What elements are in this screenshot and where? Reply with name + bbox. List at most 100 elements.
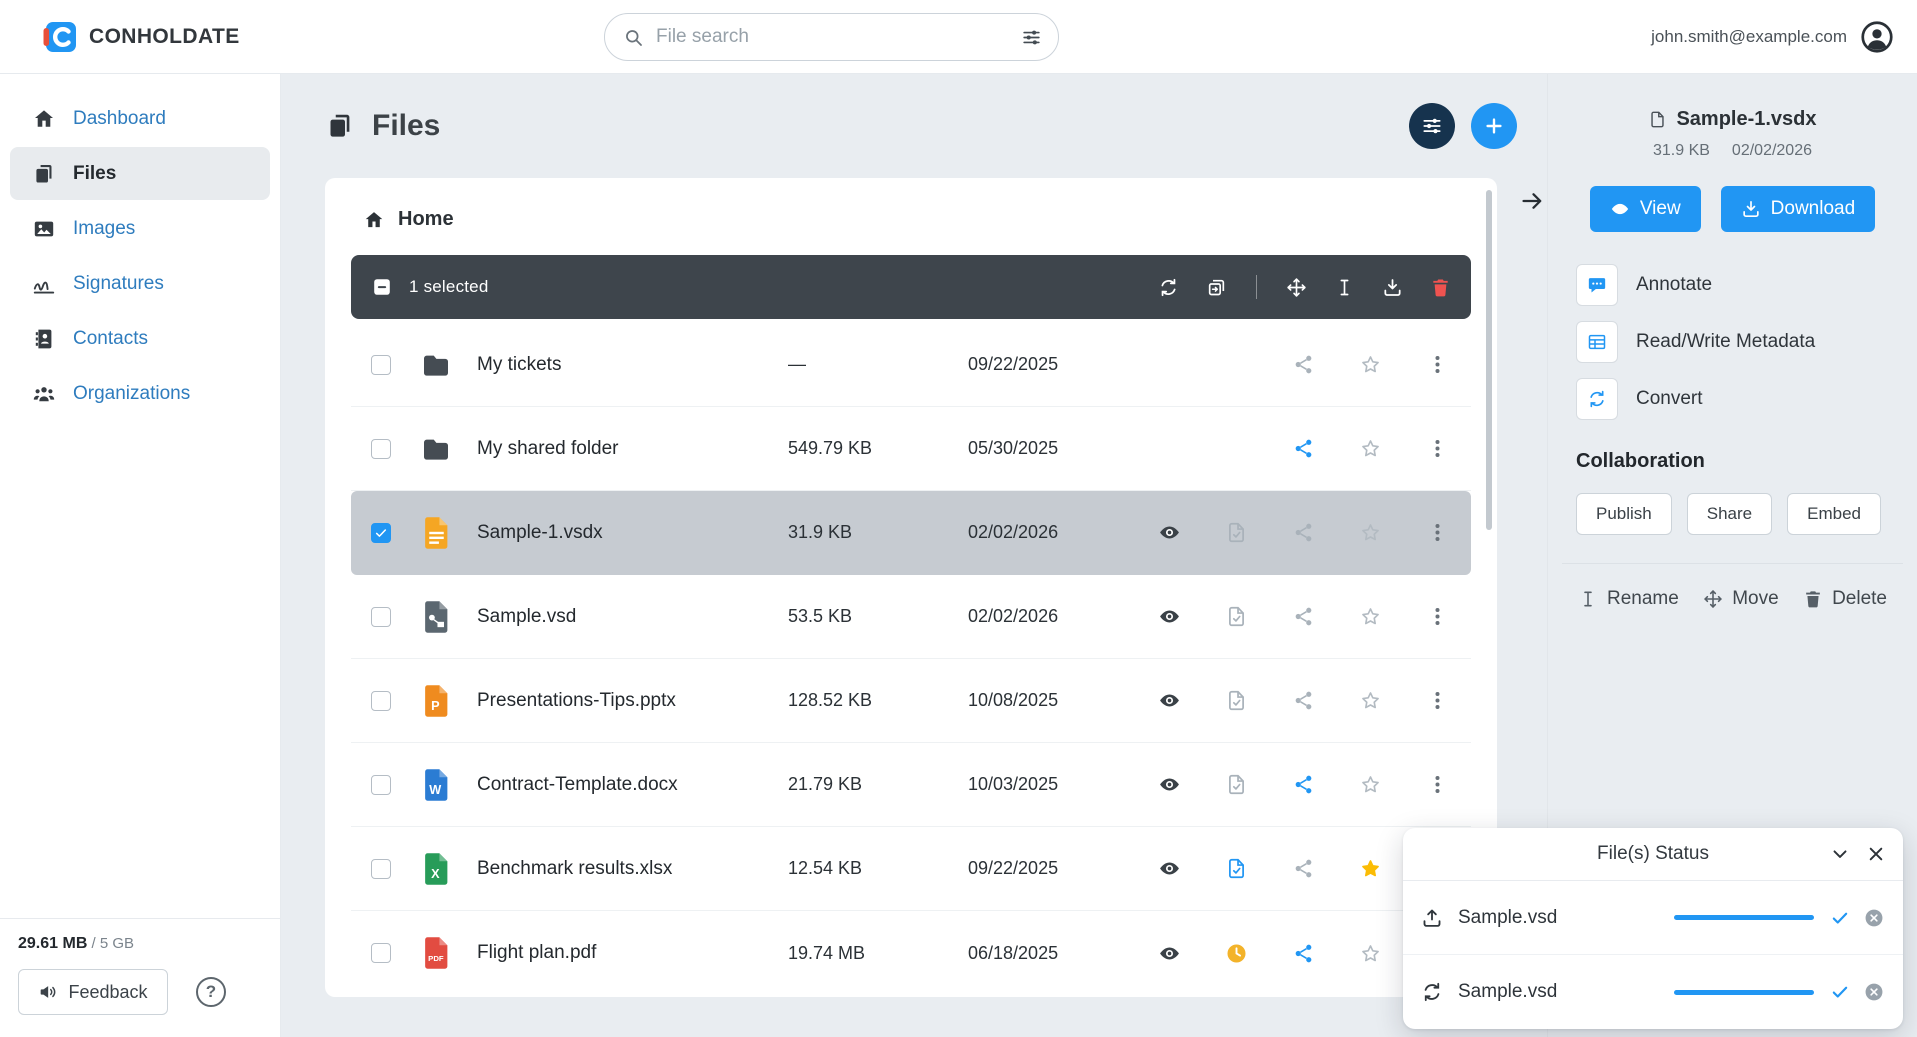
file-name[interactable]: Benchmark results.xlsx xyxy=(477,858,788,880)
file-name[interactable]: Contract-Template.docx xyxy=(477,774,788,796)
file-name[interactable]: Presentations-Tips.pptx xyxy=(477,690,788,712)
row-checkbox[interactable] xyxy=(371,774,391,795)
collapse-panel-arrow-icon[interactable] xyxy=(1519,188,1545,214)
file-row-selected[interactable]: Sample-1.vsdx 31.9 KB 02/02/2026 xyxy=(351,491,1471,575)
file-search-bar[interactable] xyxy=(604,13,1059,61)
file-name[interactable]: My tickets xyxy=(477,354,788,376)
star-icon[interactable] xyxy=(1359,437,1382,460)
file-row[interactable]: W Contract-Template.docx 21.79 KB 10/03/… xyxy=(351,743,1471,827)
annotate-action[interactable]: Annotate xyxy=(1576,264,1917,306)
select-all-checkbox[interactable] xyxy=(371,276,393,298)
star-icon[interactable] xyxy=(1359,773,1382,796)
dismiss-circle-x-icon[interactable] xyxy=(1863,907,1885,929)
download-icon[interactable] xyxy=(1382,277,1403,298)
file-check-icon[interactable] xyxy=(1225,521,1248,544)
move-icon[interactable] xyxy=(1286,277,1307,298)
convert-button[interactable] xyxy=(1576,378,1618,420)
copy-to-icon[interactable] xyxy=(1206,277,1227,298)
row-checkbox[interactable] xyxy=(371,606,391,627)
preview-eye-icon[interactable] xyxy=(1158,605,1181,628)
kebab-menu-icon[interactable] xyxy=(1426,521,1449,544)
star-icon[interactable] xyxy=(1359,353,1382,376)
collapse-chevron-icon[interactable] xyxy=(1829,843,1851,865)
file-check-icon[interactable] xyxy=(1225,605,1248,628)
close-icon[interactable] xyxy=(1865,843,1887,865)
row-checkbox[interactable] xyxy=(371,858,391,879)
share-icon[interactable] xyxy=(1292,857,1315,880)
annotate-button[interactable] xyxy=(1576,264,1618,306)
metadata-button[interactable] xyxy=(1576,321,1618,363)
sidebar-item-files[interactable]: Files xyxy=(10,147,270,200)
sidebar-item-contacts[interactable]: Contacts xyxy=(10,312,270,365)
file-name[interactable]: My shared folder xyxy=(477,438,788,460)
star-icon[interactable] xyxy=(1359,689,1382,712)
file-check-icon[interactable] xyxy=(1225,773,1248,796)
file-row[interactable]: P Presentations-Tips.pptx 128.52 KB 10/0… xyxy=(351,659,1471,743)
search-filter-icon[interactable] xyxy=(1021,27,1042,48)
add-button[interactable] xyxy=(1471,103,1517,149)
rename-button[interactable]: Rename xyxy=(1578,588,1679,610)
star-icon[interactable] xyxy=(1359,605,1382,628)
search-input[interactable] xyxy=(656,26,1009,48)
sidebar-item-dashboard[interactable]: Dashboard xyxy=(10,92,270,145)
convert-action[interactable]: Convert xyxy=(1576,378,1917,420)
row-checkbox[interactable] xyxy=(371,354,391,375)
row-checkbox[interactable] xyxy=(371,690,391,711)
sidebar-item-signatures[interactable]: Signatures xyxy=(10,257,270,310)
share-icon[interactable] xyxy=(1292,437,1315,460)
embed-button[interactable]: Embed xyxy=(1787,493,1882,535)
kebab-menu-icon[interactable] xyxy=(1426,689,1449,712)
file-row[interactable]: My shared folder 549.79 KB 05/30/2025 xyxy=(351,407,1471,491)
feedback-button[interactable]: Feedback xyxy=(18,969,168,1015)
publish-button[interactable]: Publish xyxy=(1576,493,1672,535)
row-checkbox[interactable] xyxy=(371,943,391,963)
share-icon[interactable] xyxy=(1292,689,1315,712)
pending-clock-icon[interactable] xyxy=(1225,942,1248,965)
download-button[interactable]: Download xyxy=(1720,186,1876,232)
share-icon[interactable] xyxy=(1292,353,1315,376)
kebab-menu-icon[interactable] xyxy=(1426,605,1449,628)
file-row[interactable]: PDF Flight plan.pdf 19.74 MB 06/18/2025 xyxy=(351,911,1471,995)
share-icon[interactable] xyxy=(1292,605,1315,628)
help-icon[interactable]: ? xyxy=(196,977,226,1007)
share-icon[interactable] xyxy=(1292,942,1315,965)
share-icon[interactable] xyxy=(1292,773,1315,796)
convert-icon[interactable] xyxy=(1158,277,1179,298)
file-check-icon[interactable] xyxy=(1225,689,1248,712)
preview-eye-icon[interactable] xyxy=(1158,689,1181,712)
preview-eye-icon[interactable] xyxy=(1158,521,1181,544)
preview-eye-icon[interactable] xyxy=(1158,857,1181,880)
file-name[interactable]: Sample-1.vsdx xyxy=(477,522,788,544)
file-name[interactable]: Sample.vsd xyxy=(477,606,788,628)
sidebar-item-images[interactable]: Images xyxy=(10,202,270,255)
avatar-icon[interactable] xyxy=(1859,19,1895,55)
share-icon[interactable] xyxy=(1292,521,1315,544)
metadata-action[interactable]: Read/Write Metadata xyxy=(1576,321,1917,363)
kebab-menu-icon[interactable] xyxy=(1426,353,1449,376)
file-name[interactable]: Flight plan.pdf xyxy=(477,942,788,964)
view-settings-button[interactable] xyxy=(1409,103,1455,149)
brand[interactable]: CONHOLDATE xyxy=(42,19,240,55)
rename-icon[interactable] xyxy=(1334,277,1355,298)
view-button[interactable]: View xyxy=(1589,186,1701,232)
preview-eye-icon[interactable] xyxy=(1158,773,1181,796)
file-row[interactable]: X Benchmark results.xlsx 12.54 KB 09/22/… xyxy=(351,827,1471,911)
delete-icon[interactable] xyxy=(1430,277,1451,298)
star-icon[interactable] xyxy=(1359,521,1382,544)
breadcrumb[interactable]: Home xyxy=(351,200,1471,231)
file-row[interactable]: Sample.vsd 53.5 KB 02/02/2026 xyxy=(351,575,1471,659)
scrollbar-thumb[interactable] xyxy=(1486,190,1492,530)
move-button[interactable]: Move xyxy=(1703,588,1779,610)
file-check-icon[interactable] xyxy=(1225,857,1248,880)
star-icon[interactable] xyxy=(1359,942,1382,965)
preview-eye-icon[interactable] xyxy=(1158,942,1181,965)
dismiss-circle-x-icon[interactable] xyxy=(1863,981,1885,1003)
user-box[interactable]: john.smith@example.com xyxy=(1651,0,1895,74)
sidebar-item-organizations[interactable]: Organizations xyxy=(10,367,270,420)
row-checkbox[interactable] xyxy=(371,438,391,459)
share-button[interactable]: Share xyxy=(1686,493,1773,535)
file-row[interactable]: My tickets — 09/22/2025 xyxy=(351,323,1471,407)
delete-button[interactable]: Delete xyxy=(1803,588,1887,610)
kebab-menu-icon[interactable] xyxy=(1426,437,1449,460)
kebab-menu-icon[interactable] xyxy=(1426,773,1449,796)
